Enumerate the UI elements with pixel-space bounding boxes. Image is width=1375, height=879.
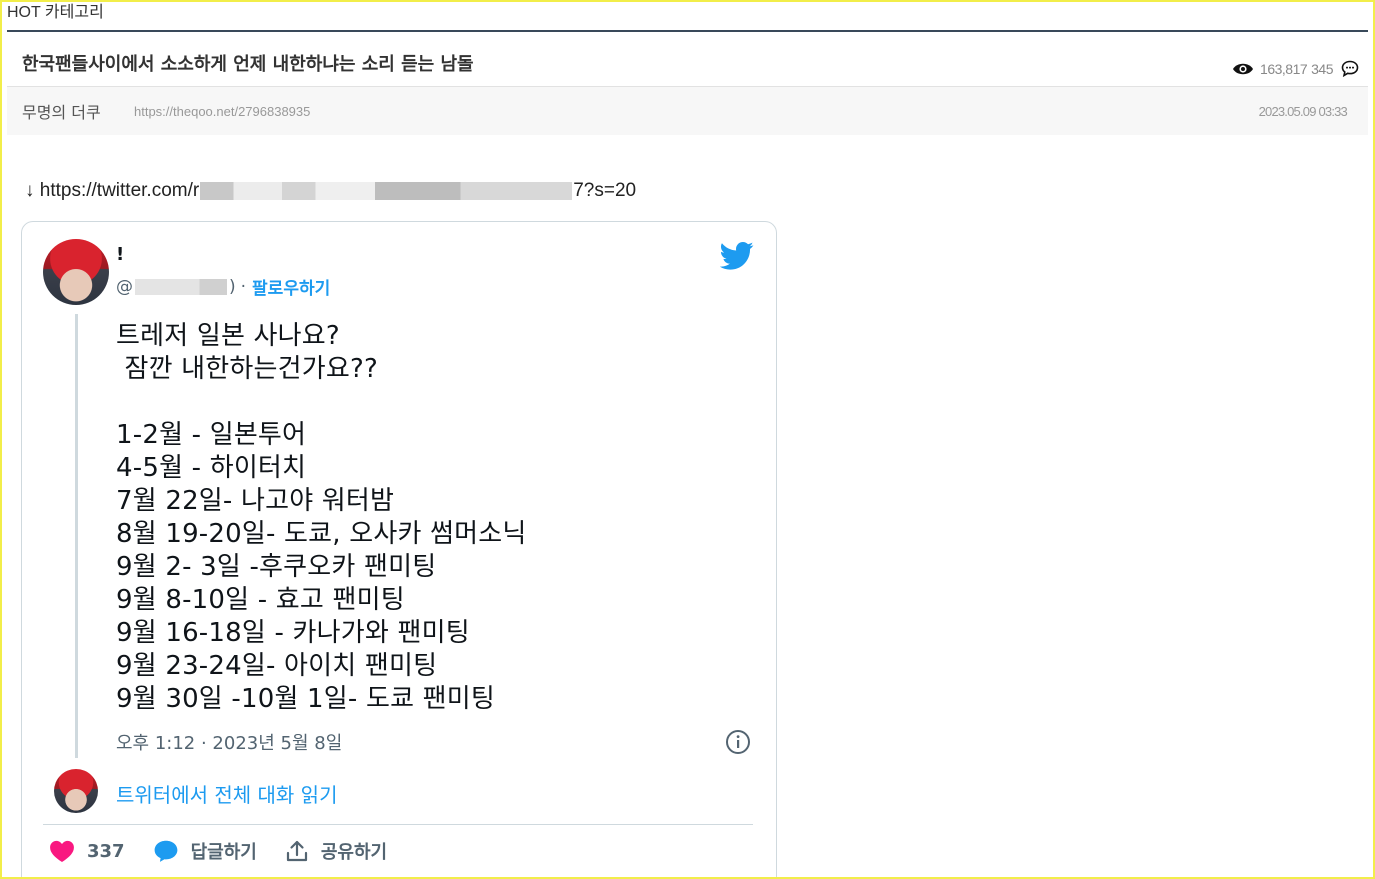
tweet-actions-divider: [43, 824, 753, 825]
share-icon: [286, 840, 307, 862]
post-meta-bar: 무명의 더쿠 https://theqoo.net/2796838935 202…: [7, 87, 1368, 135]
page-frame: HOT 카테고리 한국팬들사이에서 소소하게 언제 내한하냐는 소리 듣는 남돌…: [0, 0, 1375, 879]
comment-count: 345: [1311, 60, 1333, 77]
reply-icon: [154, 840, 177, 862]
post-title: 한국팬들사이에서 소소하게 언제 내한하냐는 소리 듣는 남돌: [22, 54, 474, 75]
eye-icon: [1233, 63, 1254, 74]
tweet-handle-row: @ ) · 팔로우하기: [116, 274, 330, 300]
twitter-source-link[interactable]: ↓ https://twitter.com/r 7?s=20: [25, 180, 636, 202]
follow-button[interactable]: 팔로우하기: [252, 274, 330, 299]
thread-line: [75, 314, 78, 758]
post-date: 2023.05.09 03:33: [1258, 104, 1348, 119]
like-button[interactable]: 337: [49, 839, 125, 863]
redacted-handle: [135, 278, 227, 295]
avatar-small[interactable]: [54, 769, 98, 813]
tweet-actions: 337 답글하기 공유하기: [49, 838, 415, 864]
share-label: 공유하기: [320, 842, 388, 863]
reply-label: 답글하기: [190, 842, 257, 863]
tweet-display-name[interactable]: !: [116, 244, 124, 265]
source-link-prefix: ↓ https://twitter.com/r: [25, 180, 200, 201]
tweet-text: 트레저 일본 사나요? 잠깐 내한하는건가요?? 1-2월 - 일본투어 4-5…: [116, 321, 527, 714]
view-count: 163,817: [1260, 60, 1308, 77]
like-count: 337: [87, 840, 125, 862]
handle-suffix: ): [229, 276, 236, 297]
heart-icon: [50, 840, 74, 863]
post-stats: 163,817 345: [1232, 60, 1359, 77]
comment-icon: [1341, 60, 1359, 77]
info-icon[interactable]: [725, 729, 751, 755]
author-name: 무명의 더쿠: [22, 103, 101, 122]
twitter-bird-icon[interactable]: [720, 241, 754, 271]
header-divider: [7, 30, 1368, 32]
share-button[interactable]: 공유하기: [285, 838, 387, 864]
avatar[interactable]: [43, 239, 109, 305]
embedded-tweet: ! @ ) · 팔로우하기 트레저 일본 사나요? 잠깐 내한하는건가요?? 1…: [21, 221, 777, 877]
category-label[interactable]: HOT 카테고리: [7, 2, 104, 22]
handle-prefix: @: [116, 276, 133, 297]
read-conversation-link[interactable]: 트위터에서 전체 대화 읽기: [116, 779, 337, 808]
redacted-url-segment: [200, 181, 573, 200]
source-link-suffix: 7?s=20: [573, 180, 637, 201]
post-permalink[interactable]: https://theqoo.net/2796838935: [134, 104, 310, 119]
handle-separator: ·: [240, 276, 247, 297]
reply-button[interactable]: 답글하기: [153, 838, 257, 864]
tweet-timestamp[interactable]: 오후 1:12 · 2023년 5월 8일: [116, 729, 342, 755]
